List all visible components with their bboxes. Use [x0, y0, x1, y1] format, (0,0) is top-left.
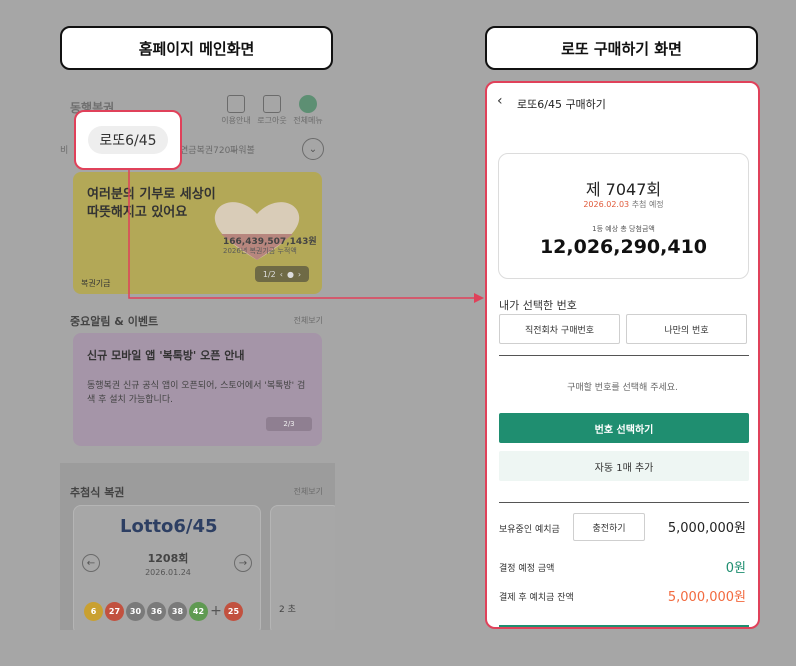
donation-amount-caption: 2026년 복권기금 누적액 — [223, 247, 297, 255]
draw-section-title: 추첨식 복권 — [70, 486, 125, 499]
book-icon — [227, 95, 245, 113]
last-round-numbers-button[interactable]: 직전회차 구매번호 — [499, 314, 620, 344]
draw-date-suffix: 추첨 예정 — [631, 200, 664, 209]
back-icon[interactable]: ‹ — [497, 93, 503, 109]
balance-label: 보유중인 예치금 — [499, 525, 560, 535]
divider — [499, 502, 749, 503]
auto-add-button[interactable]: 자동 1매 추가 — [499, 451, 749, 481]
lotto-ball: 42 — [189, 602, 208, 621]
donation-banner[interactable]: 여러분의 기부로 세상이 따뜻해지고 있어요 166,439,507,143원 … — [73, 172, 322, 294]
fund-label[interactable]: 복권기금 — [81, 278, 110, 289]
lotto-date: 2026.01.24 — [145, 568, 191, 577]
pause-icon[interactable]: ● — [287, 270, 294, 279]
round-number: 제 7047회 — [585, 180, 662, 199]
right-section-header: 로또 구매하기 화면 — [485, 26, 758, 70]
plus-icon: + — [210, 603, 222, 619]
divider — [499, 355, 749, 356]
select-hint: 구매할 번호를 선택해 주세요. — [567, 383, 678, 393]
logout-label: 로그아웃 — [257, 116, 287, 125]
purchase-screen: ‹ 로또6/45 구매하기 제 7047회 2026.02.03 추첨 예정 1… — [485, 81, 760, 629]
notice-card[interactable]: 신규 모바일 앱 '복톡방' 오픈 안내 동행복권 신규 공식 앱이 오픈되어,… — [73, 333, 322, 446]
guide-label: 이용안내 — [221, 116, 251, 125]
pension-card-text: 2 초 — [279, 605, 296, 615]
lotto-ball: 36 — [147, 602, 166, 621]
lotto-logo: Lotto6/45 — [120, 516, 218, 537]
draw-date: 2026.02.03 추첨 예정 — [499, 199, 748, 210]
my-numbers-button[interactable]: 나만의 번호 — [626, 314, 747, 344]
notice-see-all-link[interactable]: 전체보기 — [294, 315, 323, 326]
after-balance-value: 5,000,000원 — [667, 590, 746, 605]
banner-pager-count: 1/2 — [262, 269, 276, 279]
bonus-ball: 25 — [224, 602, 243, 621]
draw-see-all-link[interactable]: 전체보기 — [294, 486, 323, 497]
tab-powerball[interactable]: 파워볼 — [230, 143, 255, 156]
logout-button[interactable]: 로그아웃 — [253, 95, 291, 126]
selected-numbers-label: 내가 선택한 번호 — [499, 299, 577, 312]
purchase-bottom-button[interactable] — [499, 625, 749, 627]
pager-next-icon[interactable]: › — [298, 270, 301, 279]
prize-label: 1등 예상 총 당첨금액 — [592, 225, 655, 233]
full-menu-label: 전체메뉴 — [293, 116, 323, 125]
payment-label: 결정 예정 금액 — [499, 564, 555, 574]
balance-value: 5,000,000원 — [667, 521, 746, 536]
prize-amount: 12,026,290,410 — [539, 236, 708, 258]
select-numbers-button[interactable]: 번호 선택하기 — [499, 413, 749, 443]
lotto-ball: 38 — [168, 602, 187, 621]
logout-icon — [263, 95, 281, 113]
pension-result-card[interactable]: 2 초 — [270, 505, 335, 630]
menu-icon — [299, 95, 317, 113]
notice-section-title: 중요알림 & 이벤트 — [70, 315, 159, 328]
notice-body: 동행복권 신규 공식 앱이 오픈되어, 스토어에서 '복톡방' 검색 후 설치 … — [87, 381, 306, 405]
tab-prefix[interactable]: 비 — [60, 143, 68, 156]
pager-prev-icon[interactable]: ‹ — [280, 270, 283, 279]
winning-numbers: 6 27 30 36 38 42 +25 — [84, 602, 243, 621]
notice-pager[interactable]: 2/3 — [266, 417, 312, 431]
notice-title: 신규 모바일 앱 '복톡방' 오픈 안내 — [87, 349, 245, 362]
banner-title: 여러분의 기부로 세상이 따뜻해지고 있어요 — [87, 187, 216, 220]
highlight-box: 로또6/45 — [74, 110, 182, 170]
lotto645-chip[interactable]: 로또6/45 — [88, 126, 168, 154]
lotto-ball: 6 — [84, 602, 103, 621]
after-balance-label: 결제 후 예치금 잔액 — [499, 593, 574, 603]
lotto-result-card[interactable]: Lotto6/45 ← → 1208회 2026.01.24 6 27 30 36 38… — [73, 505, 261, 630]
lotto-ball: 27 — [105, 602, 124, 621]
chevron-down-icon[interactable]: ⌄ — [302, 138, 324, 160]
payment-value: 0원 — [725, 561, 746, 576]
full-menu-button[interactable]: 전체메뉴 — [289, 95, 327, 126]
draw-date-value: 2026.02.03 — [583, 200, 630, 209]
round-info-card: 제 7047회 2026.02.03 추첨 예정 1등 예상 총 당첨금액 12… — [498, 153, 749, 279]
charge-button[interactable]: 충전하기 — [573, 513, 645, 541]
left-section-header: 홈페이지 메인화면 — [60, 26, 333, 70]
lotto-ball: 30 — [126, 602, 145, 621]
lotto-round: 1208회 — [147, 552, 189, 565]
banner-pager[interactable]: 1/2 ‹ ● › — [255, 266, 309, 282]
purchase-title: 로또6/45 구매하기 — [517, 98, 606, 111]
guide-button[interactable]: 이용안내 — [217, 95, 255, 126]
